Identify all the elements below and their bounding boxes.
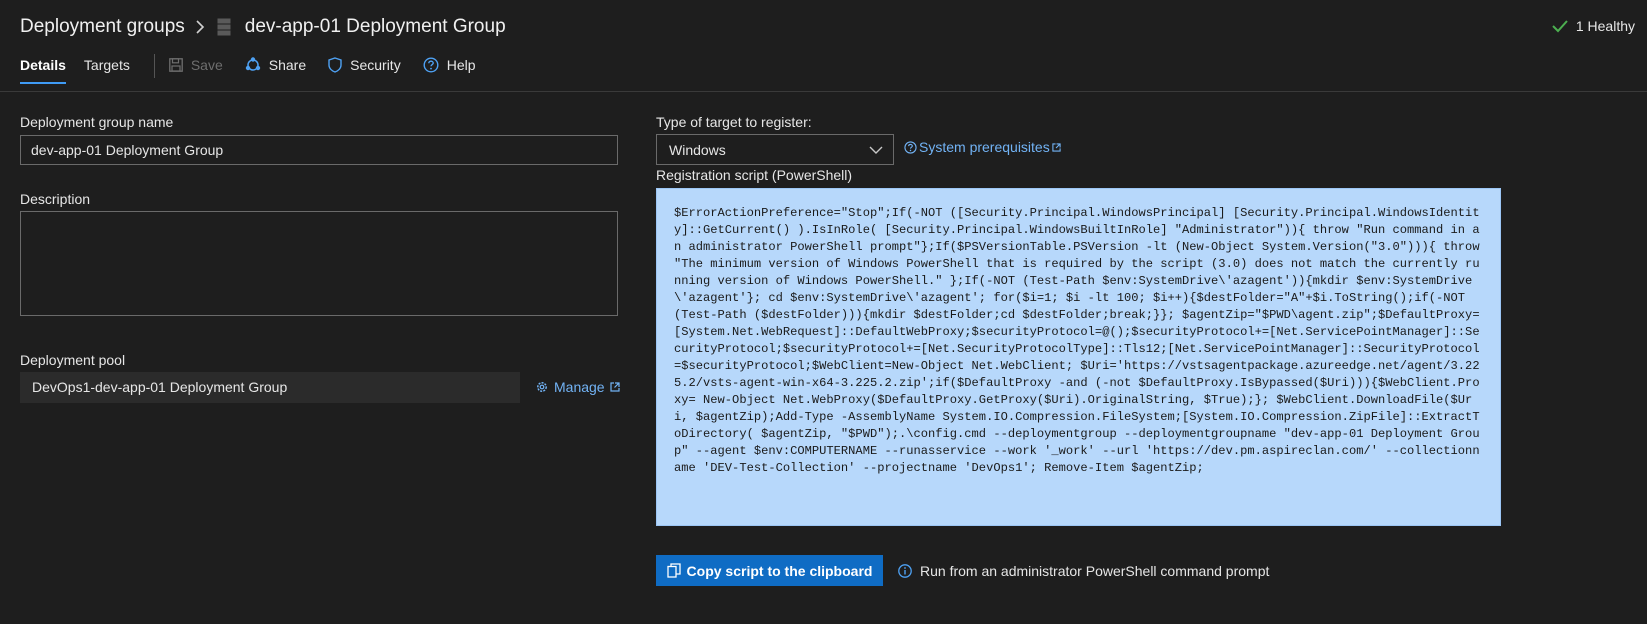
help-label: Help xyxy=(446,57,476,73)
share-icon xyxy=(245,57,260,71)
tab-bar: Details Targets Save Share Security Help xyxy=(20,52,498,84)
copy-script-label: Copy script to the clipboard xyxy=(686,562,873,579)
status-text: 1 Healthy xyxy=(1575,18,1635,34)
page-title: dev-app-01 Deployment Group xyxy=(244,16,506,37)
shield-icon xyxy=(328,57,342,73)
breadcrumb: Deployment groups dev-app-01 Deployment … xyxy=(20,14,506,40)
security-label: Security xyxy=(350,57,401,73)
tab-details[interactable]: Details xyxy=(20,52,66,84)
target-type-value: Windows xyxy=(669,141,726,158)
check-icon xyxy=(1552,20,1568,33)
tab-targets[interactable]: Targets xyxy=(84,52,130,84)
help-circle-icon xyxy=(904,140,917,154)
share-button[interactable]: Share xyxy=(245,52,306,78)
deployment-pool-label: Deployment pool xyxy=(20,352,126,368)
target-type-dropdown[interactable]: Windows xyxy=(656,134,894,165)
manage-label: Manage xyxy=(554,379,605,395)
system-prerequisites-label: System prerequisites xyxy=(919,139,1050,155)
info-icon xyxy=(898,564,912,578)
registration-script-box[interactable]: $ErrorActionPreference="Stop";If(-NOT ([… xyxy=(656,188,1501,526)
chevron-right-icon xyxy=(195,19,205,35)
manage-link[interactable]: Manage xyxy=(533,379,622,395)
run-info-text: Run from an administrator PowerShell com… xyxy=(920,563,1270,579)
copy-icon xyxy=(666,563,681,578)
deployment-group-name-label: Deployment group name xyxy=(20,114,174,130)
copy-script-button[interactable]: Copy script to the clipboard xyxy=(656,555,883,586)
save-icon xyxy=(168,58,183,72)
save-label: Save xyxy=(190,57,223,73)
system-prerequisites-link[interactable]: System prerequisites xyxy=(902,139,1063,155)
gear-icon xyxy=(537,382,547,392)
help-button[interactable]: Help xyxy=(423,52,476,78)
security-button[interactable]: Security xyxy=(328,52,401,78)
description-textarea[interactable] xyxy=(20,211,618,316)
status-badge: 1 Healthy xyxy=(1552,18,1635,34)
server-icon xyxy=(217,18,233,36)
share-label: Share xyxy=(268,57,307,73)
run-info: Run from an administrator PowerShell com… xyxy=(898,563,1269,579)
breadcrumb-deployment-groups[interactable]: Deployment groups xyxy=(20,16,185,38)
save-button[interactable]: Save xyxy=(168,52,223,78)
target-type-label: Type of target to register: xyxy=(656,114,812,130)
page-header: Deployment groups dev-app-01 Deployment … xyxy=(0,0,1647,92)
toolbar-divider xyxy=(153,54,155,78)
registration-script-label: Registration script (PowerShell) xyxy=(656,167,853,183)
external-link-icon xyxy=(609,382,620,392)
deployment-group-name-input[interactable] xyxy=(20,135,618,165)
external-link-icon xyxy=(1052,142,1061,152)
chevron-down-icon xyxy=(869,146,883,154)
help-icon xyxy=(423,57,439,73)
description-label: Description xyxy=(20,191,91,207)
deployment-pool-field: DevOps1-dev-app-01 Deployment Group xyxy=(20,372,520,403)
